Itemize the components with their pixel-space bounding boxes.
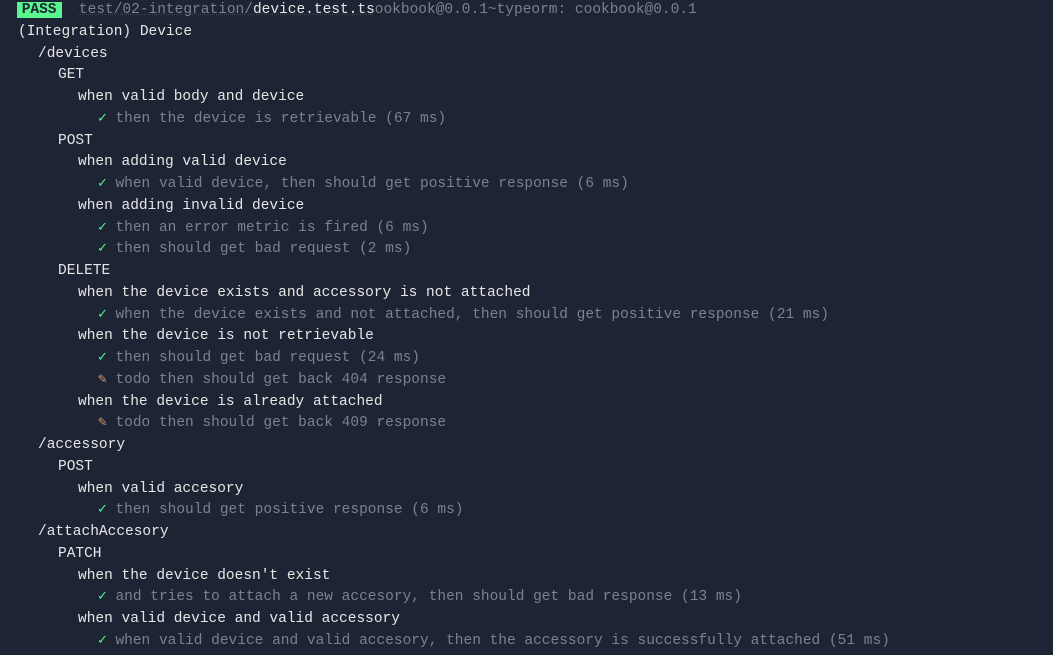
describe-block: when the device is not retrievable xyxy=(0,326,1053,348)
test-result: ✓ when the device exists and not attache… xyxy=(0,305,1053,327)
pencil-icon: ✎ xyxy=(98,415,107,431)
terminal-output: PASS test/02-integration/device.test.tso… xyxy=(0,0,1053,653)
test-text: then the device is retrievable (67 ms) xyxy=(115,111,446,127)
check-icon: ✓ xyxy=(98,350,107,366)
test-text: then should get positive response (6 ms) xyxy=(115,502,463,518)
test-text: then should get bad request (24 ms) xyxy=(115,350,420,366)
test-filename: device.test.ts xyxy=(253,2,375,18)
test-todo: ✎ todo then should get back 409 response xyxy=(0,413,1053,435)
pencil-icon: ✎ xyxy=(98,372,107,388)
header-trailing: ookbook@0.0.1~typeorm: cookbook@0.0.1 xyxy=(375,2,697,18)
test-result: ✓ when valid device, then should get pos… xyxy=(0,174,1053,196)
test-path-prefix: test/02-integration/ xyxy=(79,2,253,18)
route-attach-accessory: /attachAccesory xyxy=(0,522,1053,544)
test-header-line: PASS test/02-integration/device.test.tso… xyxy=(0,0,1053,22)
root-suite: (Integration) Device xyxy=(0,22,1053,44)
test-text: todo then should get back 409 response xyxy=(115,415,446,431)
method-post: POST xyxy=(0,457,1053,479)
method-get: GET xyxy=(0,65,1053,87)
test-result: ✓ then an error metric is fired (6 ms) xyxy=(0,218,1053,240)
check-icon: ✓ xyxy=(98,589,107,605)
check-icon: ✓ xyxy=(98,633,107,649)
method-delete: DELETE xyxy=(0,261,1053,283)
test-text: when valid device and valid accesory, th… xyxy=(115,633,889,649)
test-result: ✓ then should get bad request (24 ms) xyxy=(0,348,1053,370)
test-result: ✓ when valid device and valid accesory, … xyxy=(0,631,1053,653)
describe-block: when valid accesory xyxy=(0,479,1053,501)
test-text: then an error metric is fired (6 ms) xyxy=(115,220,428,236)
check-icon: ✓ xyxy=(98,220,107,236)
check-icon: ✓ xyxy=(98,176,107,192)
describe-block: when the device is already attached xyxy=(0,392,1053,414)
method-patch: PATCH xyxy=(0,544,1053,566)
describe-block: when valid device and valid accessory xyxy=(0,609,1053,631)
test-result: ✓ then should get positive response (6 m… xyxy=(0,500,1053,522)
describe-block: when adding valid device xyxy=(0,152,1053,174)
route-devices: /devices xyxy=(0,44,1053,66)
test-text: and tries to attach a new accesory, then… xyxy=(115,589,742,605)
test-result: ✓ then the device is retrievable (67 ms) xyxy=(0,109,1053,131)
check-icon: ✓ xyxy=(98,111,107,127)
test-text: then should get bad request (2 ms) xyxy=(115,241,411,257)
describe-block: when the device exists and accessory is … xyxy=(0,283,1053,305)
check-icon: ✓ xyxy=(98,241,107,257)
test-result: ✓ then should get bad request (2 ms) xyxy=(0,239,1053,261)
test-result: ✓ and tries to attach a new accesory, th… xyxy=(0,587,1053,609)
describe-block: when valid body and device xyxy=(0,87,1053,109)
pass-badge: PASS xyxy=(17,2,62,18)
test-todo: ✎ todo then should get back 404 response xyxy=(0,370,1053,392)
route-accessory: /accessory xyxy=(0,435,1053,457)
check-icon: ✓ xyxy=(98,307,107,323)
describe-block: when the device doesn't exist xyxy=(0,566,1053,588)
test-text: todo then should get back 404 response xyxy=(115,372,446,388)
test-text: when valid device, then should get posit… xyxy=(115,176,628,192)
method-post: POST xyxy=(0,131,1053,153)
test-text: when the device exists and not attached,… xyxy=(115,307,829,323)
describe-block: when adding invalid device xyxy=(0,196,1053,218)
check-icon: ✓ xyxy=(98,502,107,518)
